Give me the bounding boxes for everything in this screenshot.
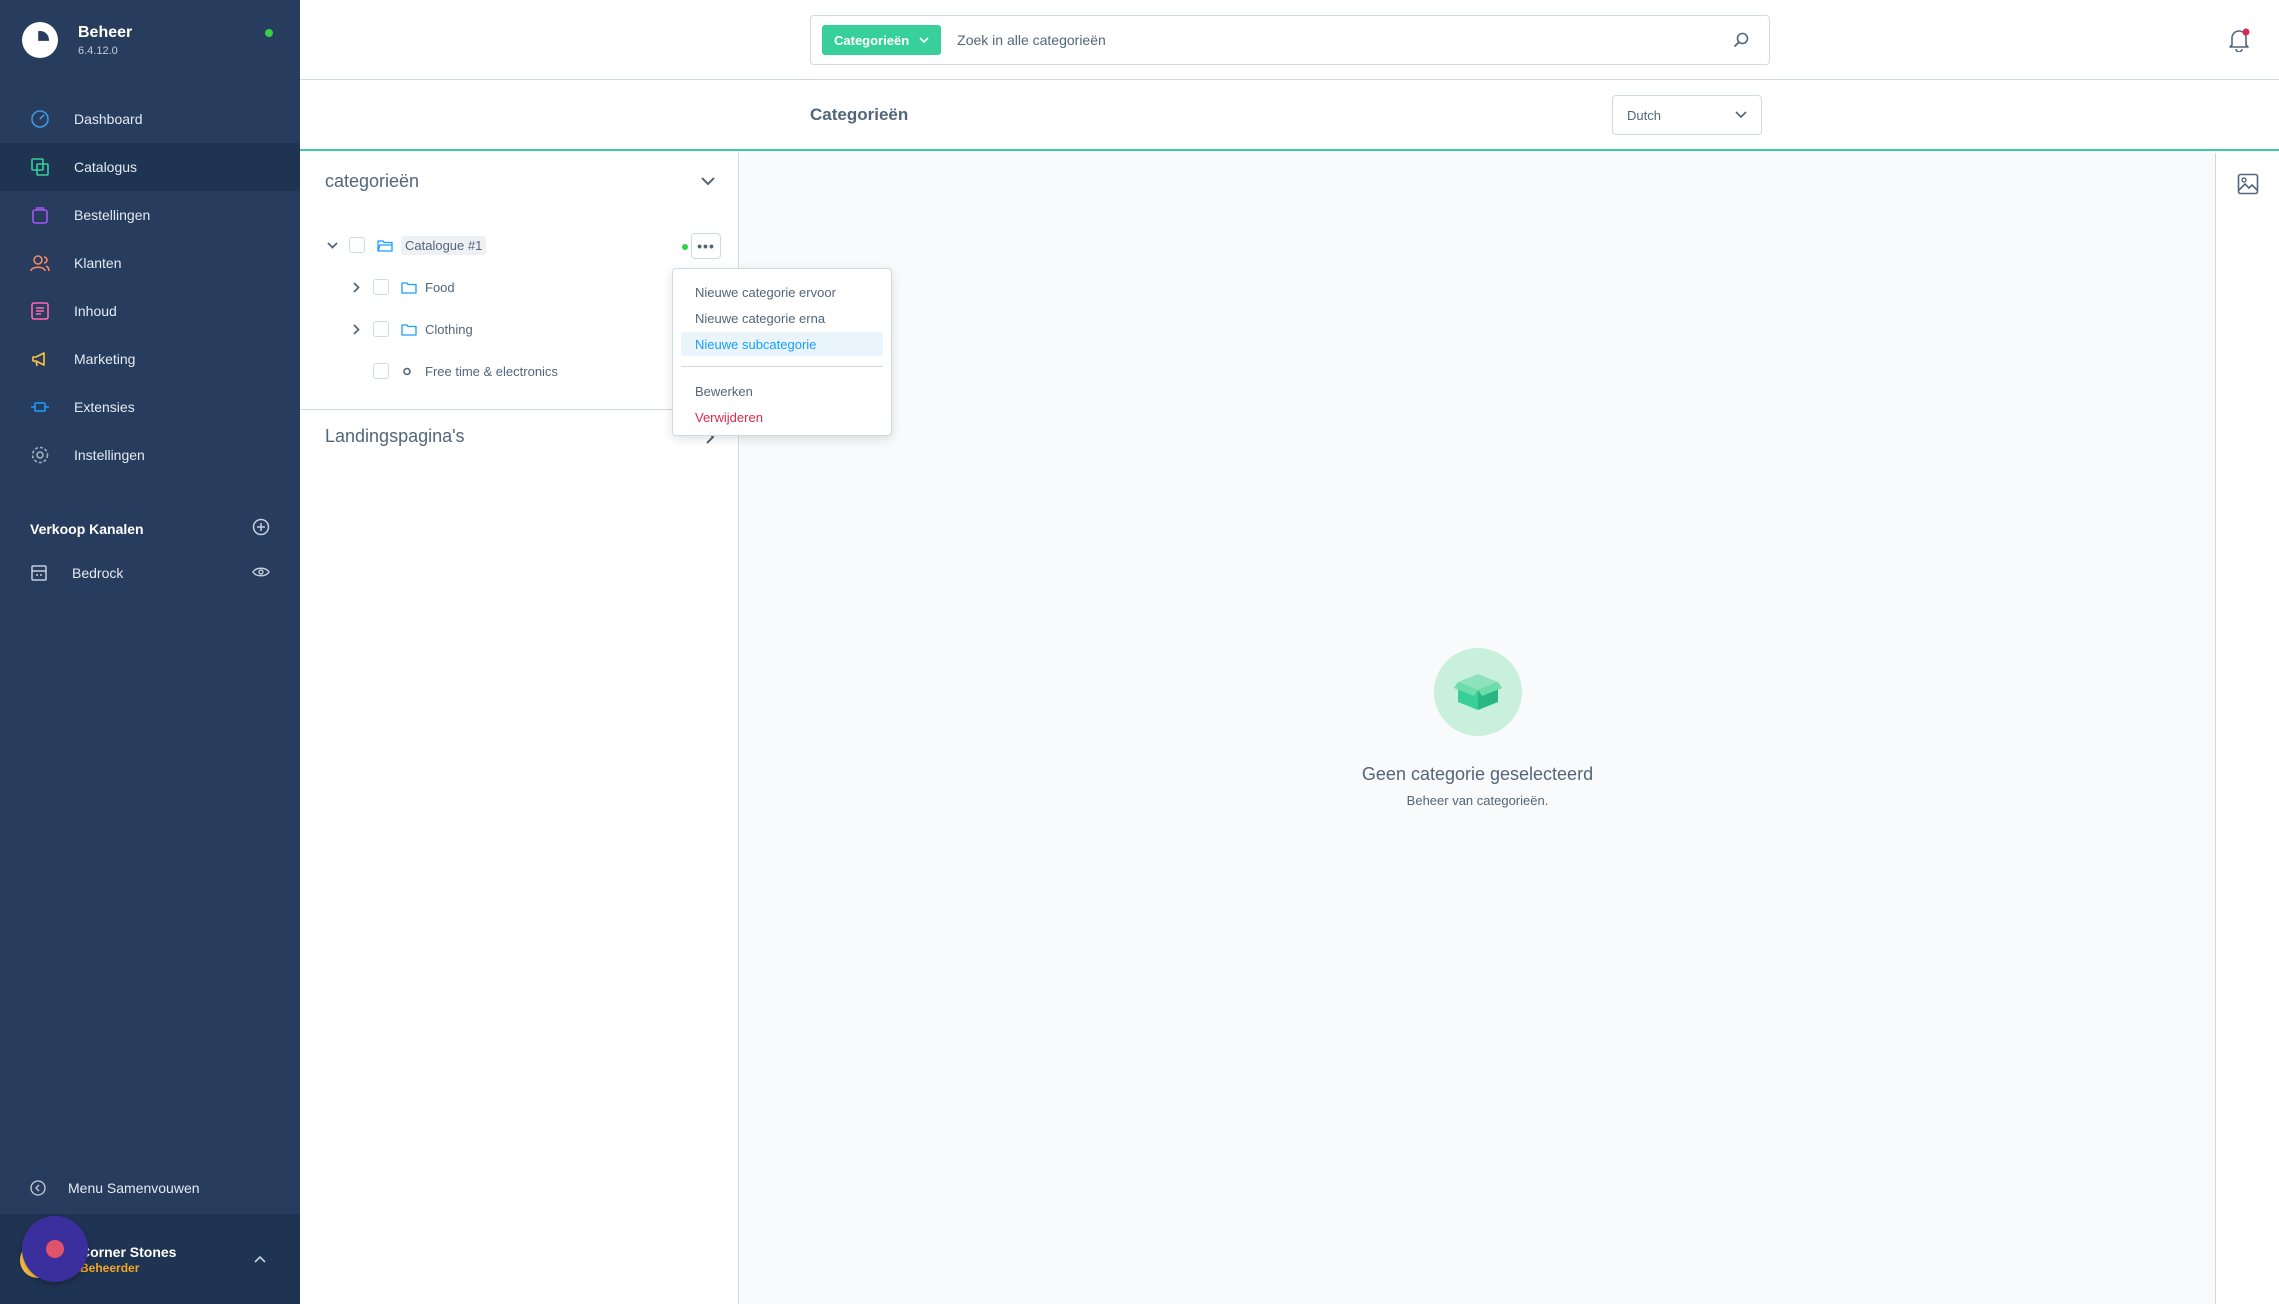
menu-item-new-subcategory[interactable]: Nieuwe subcategorie — [681, 332, 883, 356]
tree-item-label: Clothing — [425, 321, 473, 337]
landing-pages-header[interactable]: Landingspagina's — [325, 426, 715, 447]
collapse-label: Menu Samenvouwen — [68, 1180, 200, 1196]
empty-box-icon — [1434, 648, 1522, 736]
empty-state-subtitle: Beheer van categorieën. — [1406, 793, 1549, 808]
main-nav: Dashboard Catalogus Bestellingen Klanten… — [0, 95, 300, 479]
search-input[interactable] — [957, 32, 1721, 48]
nav-label: Bestellingen — [74, 207, 151, 223]
tree-checkbox[interactable] — [373, 363, 389, 379]
eye-icon[interactable] — [252, 565, 270, 581]
tree-checkbox[interactable] — [373, 279, 389, 295]
page-header: Categorieën Dutch — [300, 81, 2279, 151]
tree-item-root[interactable]: Catalogue #1 — [325, 233, 487, 257]
status-dot — [265, 29, 273, 37]
settings-icon — [30, 445, 50, 465]
extensions-icon — [30, 397, 50, 417]
nav-item-content[interactable]: Inhoud — [0, 287, 300, 335]
nav-item-catalog[interactable]: Catalogus — [0, 143, 300, 191]
nav-label: Instellingen — [74, 447, 145, 463]
menu-item-edit[interactable]: Bewerken — [681, 379, 883, 403]
customers-icon — [30, 253, 50, 273]
leaf-circle-icon — [401, 365, 417, 378]
orders-icon — [30, 205, 50, 225]
chevron-right-icon[interactable] — [349, 323, 363, 335]
chevron-down-icon — [1735, 111, 1747, 119]
collapse-menu-button[interactable]: Menu Samenvouwen — [30, 1180, 200, 1196]
nav-item-customers[interactable]: Klanten — [0, 239, 300, 287]
sales-channel-bedrock[interactable]: Bedrock — [30, 564, 270, 582]
menu-item-delete[interactable]: Verwijderen — [681, 405, 883, 429]
nav-label: Catalogus — [74, 159, 138, 175]
more-actions-button[interactable]: ••• — [691, 233, 721, 259]
tree-checkbox[interactable] — [373, 321, 389, 337]
menu-item-new-before[interactable]: Nieuwe categorie ervoor — [681, 280, 883, 304]
tree-item-label: Catalogue #1 — [401, 235, 487, 255]
nav-item-settings[interactable]: Instellingen — [0, 431, 300, 479]
notification-bell-icon[interactable] — [2228, 28, 2250, 57]
folder-icon — [401, 323, 417, 336]
nav-label: Inhoud — [74, 303, 117, 319]
tree-item-free-time[interactable]: Free time & electronics — [373, 359, 558, 383]
nav-item-marketing[interactable]: Marketing — [0, 335, 300, 383]
menu-item-new-after[interactable]: Nieuwe categorie erna — [681, 306, 883, 330]
nav-item-dashboard[interactable]: Dashboard — [0, 95, 300, 143]
chevron-up-icon[interactable] — [254, 1250, 266, 1268]
tree-item-food[interactable]: Food — [349, 275, 455, 299]
tree-checkbox[interactable] — [349, 237, 365, 253]
language-value: Dutch — [1627, 107, 1661, 123]
brand[interactable]: Beheer 6.4.12.0 — [22, 22, 132, 58]
menu-divider — [681, 366, 883, 367]
channel-label: Bedrock — [72, 565, 124, 581]
nav-item-orders[interactable]: Bestellingen — [0, 191, 300, 239]
search-bar: Categorieën — [810, 15, 1770, 65]
search-icon[interactable] — [1721, 20, 1761, 60]
catalog-icon — [30, 157, 50, 177]
chevron-down-icon[interactable] — [325, 241, 339, 249]
folder-open-icon — [377, 239, 393, 252]
shopware-logo — [22, 22, 58, 58]
collapse-icon — [30, 1180, 46, 1196]
nav-item-extensions[interactable]: Extensies — [0, 383, 300, 431]
landing-pages-title: Landingspagina's — [325, 426, 465, 446]
nav-label: Marketing — [74, 351, 136, 367]
active-status-dot — [682, 244, 688, 250]
content-icon — [30, 301, 50, 321]
app-version: 6.4.12.0 — [78, 44, 118, 57]
chevron-down-icon[interactable] — [701, 177, 715, 186]
empty-state-title: Geen categorie geselecteerd — [1361, 764, 1594, 784]
main-content: Geen categorie geselecteerd Beheer van c… — [740, 153, 2215, 1304]
media-icon[interactable] — [2237, 173, 2259, 200]
nav-label: Dashboard — [74, 111, 143, 127]
dashboard-icon — [30, 109, 50, 129]
sidebar: Beheer 6.4.12.0 Dashboard Catalogus Best… — [0, 0, 300, 1304]
add-channel-icon[interactable] — [252, 518, 270, 539]
sales-channels-title: Verkoop Kanalen — [30, 520, 144, 537]
sales-channels-header: Verkoop Kanalen — [30, 518, 270, 539]
topbar: Categorieën — [300, 0, 2279, 80]
chevron-right-icon[interactable] — [349, 281, 363, 293]
search-type-selector[interactable]: Categorieën — [822, 25, 942, 55]
folder-icon — [401, 281, 417, 294]
floating-action-button[interactable] — [22, 1216, 88, 1282]
user-name: Corner Stones — [80, 1244, 177, 1260]
tree-item-clothing[interactable]: Clothing — [349, 317, 473, 341]
language-select[interactable]: Dutch — [1612, 95, 1762, 135]
nav-label: Extensies — [74, 399, 135, 415]
app-title: Beheer — [78, 23, 133, 41]
chevron-down-icon — [919, 36, 929, 43]
category-tree-title: categorieën — [325, 171, 420, 191]
user-role: Beheerder — [80, 1261, 140, 1275]
context-menu: Nieuwe categorie ervoor Nieuwe categorie… — [672, 268, 892, 436]
storefront-icon — [31, 565, 47, 581]
tree-item-label: Food — [425, 279, 455, 295]
tree-item-label: Free time & electronics — [425, 363, 558, 379]
nav-label: Klanten — [74, 255, 122, 271]
page-title: Categorieën — [810, 105, 909, 124]
search-type-label: Categorieën — [834, 32, 910, 48]
marketing-icon — [30, 349, 50, 369]
category-tree-header[interactable]: categorieën — [325, 171, 715, 192]
right-sidebar — [2215, 153, 2279, 1304]
